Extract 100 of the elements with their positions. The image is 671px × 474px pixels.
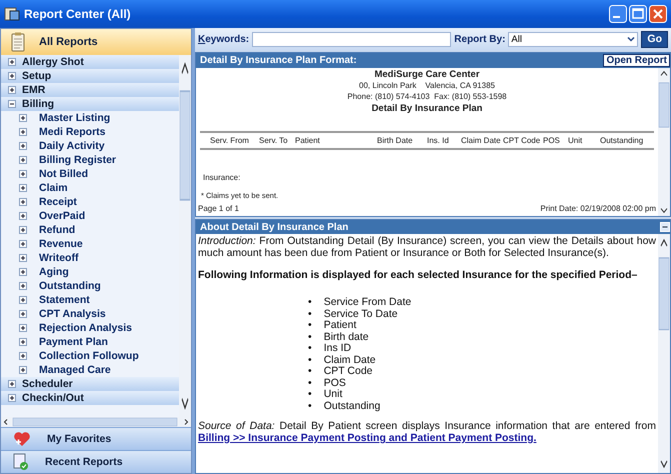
tree-item[interactable]: OverPaid bbox=[39, 210, 86, 222]
expand-toggle-icon[interactable] bbox=[19, 114, 27, 122]
info-list-item: Outstanding bbox=[324, 400, 380, 412]
billing-link[interactable]: Billing >> Insurance Payment Posting and Patient Payment Posting. bbox=[198, 432, 536, 444]
caret-icon[interactable] bbox=[627, 36, 636, 42]
tree-item[interactable]: Medi Reports bbox=[39, 126, 106, 138]
bullet-mark: • bbox=[308, 389, 312, 400]
tree-item[interactable]: Writeoff bbox=[39, 252, 78, 264]
info-list-item: Claim Date bbox=[324, 354, 376, 366]
expand-toggle-icon[interactable] bbox=[19, 170, 27, 178]
go-button[interactable]: Go bbox=[641, 30, 668, 48]
tree-item[interactable]: Receipt bbox=[39, 196, 77, 208]
column-header: Patient bbox=[295, 136, 321, 145]
expand-toggle-icon[interactable] bbox=[8, 58, 16, 66]
tree-item[interactable]: Daily Activity bbox=[39, 140, 105, 152]
tree-item[interactable]: Outstanding bbox=[39, 280, 101, 292]
expand-toggle-icon[interactable] bbox=[19, 282, 27, 290]
expand-toggle-icon[interactable] bbox=[8, 394, 16, 402]
tree-item[interactable]: Billing bbox=[22, 98, 54, 110]
tree-item[interactable]: Setup bbox=[22, 70, 52, 82]
expand-toggle-icon[interactable] bbox=[8, 86, 16, 94]
field-label: Report By: bbox=[454, 34, 506, 44]
source-paragraph: Source of Data: Detail By Patient screen displays Insurance information that are entered from Billing >> Insurance Payment Posting and Patient Payment Posting. bbox=[198, 420, 656, 444]
expand-toggle-icon[interactable] bbox=[19, 296, 27, 304]
tree-item[interactable]: Master Listing bbox=[39, 112, 110, 124]
tree-item[interactable]: Billing Register bbox=[39, 154, 116, 166]
tree-item[interactable]: Rejection Analysis bbox=[39, 322, 132, 334]
expand-toggle-icon[interactable] bbox=[19, 198, 27, 206]
expand-toggle-icon[interactable] bbox=[19, 212, 27, 220]
expand-toggle-icon[interactable] bbox=[19, 156, 27, 164]
bullet-mark: • bbox=[308, 308, 312, 320]
horizontal-scrollbar[interactable] bbox=[1, 417, 191, 427]
column-header: CPT Code bbox=[503, 136, 542, 145]
info-list-item: POS bbox=[324, 378, 346, 389]
vertical-scrollbar[interactable] bbox=[658, 68, 670, 216]
tree-item[interactable]: Collection Followup bbox=[39, 350, 139, 362]
info-list-item: Ins ID bbox=[324, 343, 352, 354]
column-header: Ins. Id bbox=[427, 136, 450, 145]
open-report-button[interactable]: Open Report bbox=[603, 54, 670, 67]
expand-toggle-icon[interactable] bbox=[19, 324, 27, 332]
expand-toggle-icon[interactable] bbox=[8, 72, 16, 80]
expand-toggle-icon[interactable] bbox=[19, 240, 27, 248]
tree-item[interactable]: CPT Analysis bbox=[39, 308, 106, 320]
info-list-item: Patient bbox=[324, 320, 356, 332]
info-list-item: Birth date bbox=[324, 332, 369, 343]
app-icon bbox=[4, 6, 20, 22]
collapse-panel-icon[interactable] bbox=[660, 222, 670, 232]
tree-item[interactable]: Not Billed bbox=[39, 168, 88, 180]
bullet-mark: • bbox=[308, 354, 312, 366]
maximize-icon[interactable] bbox=[629, 5, 647, 23]
keywords-field[interactable] bbox=[252, 32, 452, 46]
expand-toggle-icon[interactable] bbox=[19, 184, 27, 192]
column-header: Claim Date bbox=[461, 136, 502, 145]
vertical-scrollbar[interactable] bbox=[658, 234, 670, 473]
info-list-item: Unit bbox=[324, 389, 342, 400]
bullet-mark: • bbox=[308, 332, 312, 343]
close-icon[interactable] bbox=[649, 5, 667, 23]
intro-paragraph: Introduction: From Outstanding Detail (By Insurance) screen, you can view the Details about how much amount has been due from Patient or Insurance or Both for Selected Insurance(s). bbox=[198, 235, 656, 259]
tree-item[interactable]: Payment Plan bbox=[39, 336, 108, 348]
expand-toggle-icon[interactable] bbox=[19, 254, 27, 262]
column-header: Outstanding bbox=[600, 136, 644, 145]
expand-toggle-icon[interactable] bbox=[19, 310, 27, 318]
panel-title: Detail By Insurance Plan Format: bbox=[200, 55, 357, 66]
info-list-item: CPT Code bbox=[324, 366, 373, 378]
minimize-icon[interactable] bbox=[609, 5, 627, 23]
expand-toggle-icon[interactable] bbox=[19, 268, 27, 276]
field-label: Keywords: bbox=[198, 34, 250, 44]
bullet-mark: • bbox=[308, 378, 312, 389]
nav-button[interactable]: Recent Reports bbox=[1, 450, 191, 473]
expand-toggle-icon[interactable] bbox=[8, 380, 16, 388]
bullet-mark: • bbox=[308, 366, 312, 378]
column-header: Serv. To bbox=[259, 136, 289, 145]
heart-icon bbox=[13, 431, 31, 447]
insurance-label: Insurance: bbox=[203, 173, 242, 182]
expand-toggle-icon[interactable] bbox=[19, 352, 27, 360]
column-header: Birth Date bbox=[377, 136, 414, 145]
panel-title: About Detail By Insurance Plan bbox=[200, 222, 348, 232]
tree-item[interactable]: Aging bbox=[39, 266, 69, 278]
info-heading: Following Information is displayed for each selected Insurance for the specified Period– bbox=[198, 269, 638, 281]
tree-item[interactable]: Claim bbox=[39, 182, 68, 194]
tree-item[interactable]: Revenue bbox=[39, 238, 83, 250]
tree-item[interactable]: Managed Care bbox=[39, 364, 111, 376]
panel-title: All Reports bbox=[39, 36, 98, 48]
collapse-toggle-icon[interactable] bbox=[8, 100, 16, 108]
tree-item[interactable]: EMR bbox=[22, 84, 46, 96]
expand-toggle-icon[interactable] bbox=[19, 128, 27, 136]
expand-toggle-icon[interactable] bbox=[19, 226, 27, 234]
tree-item[interactable]: Refund bbox=[39, 224, 76, 236]
bullet-mark: • bbox=[308, 297, 312, 308]
expand-toggle-icon[interactable] bbox=[19, 338, 27, 346]
column-header: POS bbox=[543, 136, 561, 145]
bullet-mark: • bbox=[308, 343, 312, 354]
nav-button[interactable]: My Favorites bbox=[1, 427, 191, 450]
tree-item[interactable]: Statement bbox=[39, 294, 90, 306]
info-list-item: Service To Date bbox=[324, 308, 398, 320]
report-by-dropdown[interactable]: All bbox=[508, 32, 638, 46]
column-header: Serv. From bbox=[210, 136, 250, 145]
expand-toggle-icon[interactable] bbox=[19, 366, 27, 374]
clipboard-icon bbox=[11, 32, 25, 52]
expand-toggle-icon[interactable] bbox=[19, 142, 27, 150]
